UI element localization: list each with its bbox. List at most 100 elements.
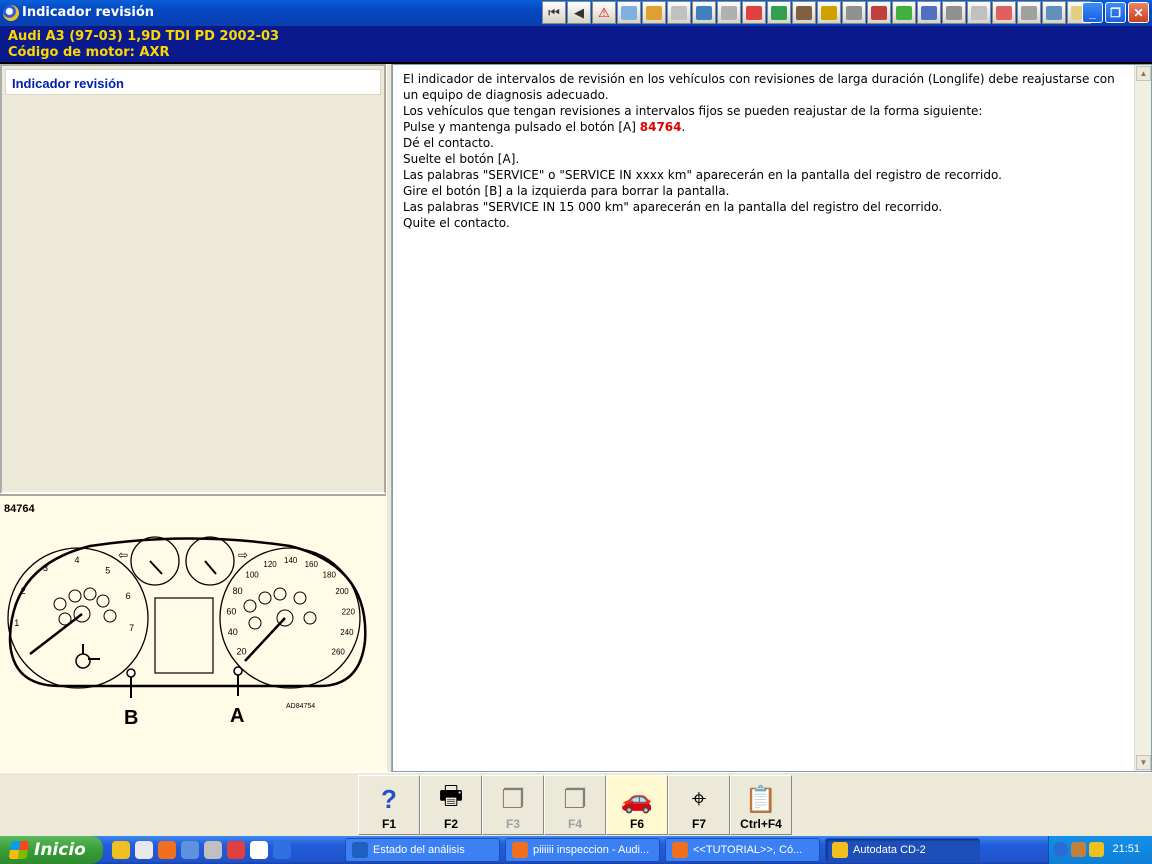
procedure-line: Gire el botón [B] a la izquierda para bo…: [403, 184, 730, 198]
scroll-down-arrow-icon[interactable]: ▼: [1136, 755, 1151, 770]
zoom-target-icon: ⌖: [691, 783, 707, 813]
quick-launch-icon[interactable]: [135, 841, 153, 859]
first-page-icon[interactable]: ⏮: [542, 1, 566, 24]
engine-icon[interactable]: [642, 1, 666, 24]
tray-search-icon[interactable]: [1089, 842, 1104, 857]
gauge-tick-label: 220: [342, 607, 356, 616]
warning-icon[interactable]: ⚠: [592, 1, 616, 24]
gauge-tick-label: 7: [129, 623, 134, 633]
tray-expand-icon[interactable]: [1053, 842, 1068, 857]
tray-network-icon[interactable]: [1071, 842, 1086, 857]
autodata-icon: [832, 842, 848, 858]
gauge-tick-label: 160: [305, 560, 319, 569]
quick-launch-icon[interactable]: [204, 841, 222, 859]
prev-page-icon[interactable]: ◀: [567, 1, 591, 24]
procedure-line: Quite el contacto.: [403, 216, 510, 230]
gauge-tick-label: 5: [105, 566, 110, 576]
fkey-f3-button[interactable]: ❐ F3: [482, 775, 544, 835]
autodata-app-icon[interactable]: [3, 5, 19, 21]
gauge-tick-label: 260: [332, 647, 346, 656]
fkey-f6-button[interactable]: 🚗 F6: [606, 775, 668, 835]
fkey-f7-button[interactable]: ⌖ F7: [668, 775, 730, 835]
oil-icon[interactable]: [817, 1, 841, 24]
tools-icon[interactable]: [717, 1, 741, 24]
start-button[interactable]: Inicio: [0, 836, 103, 864]
quick-launch-icon[interactable]: [112, 841, 130, 859]
lift-icon-glyph: [796, 5, 812, 20]
quick-launch-icon[interactable]: [227, 841, 245, 859]
first-page-icon-glyph: ⏮: [548, 4, 560, 20]
paste-pages-icon: ❐: [563, 783, 587, 814]
wrench-icon[interactable]: [967, 1, 991, 24]
quick-launch-icon[interactable]: [181, 841, 199, 859]
fkey-label: F4: [567, 817, 582, 831]
fkey-label: F3: [505, 817, 520, 831]
body-icon[interactable]: [892, 1, 916, 24]
procedure-line: Las palabras "SERVICE IN 15 000 km" apar…: [403, 200, 943, 214]
gauge-tick-label: 3: [43, 563, 48, 573]
maximize-button[interactable]: ❐: [1105, 2, 1126, 23]
gauge-tick-label: 200: [335, 587, 349, 596]
lift-icon[interactable]: [792, 1, 816, 24]
cable-icon[interactable]: [942, 1, 966, 24]
procedure-line: Suelte el botón [A].: [403, 152, 520, 166]
instrument-cluster-diagram: ⇦ ⇨ B A AD84754 1234567 20406080100120 1…: [7, 536, 367, 729]
topic-item-indicador-revision[interactable]: Indicador revisión: [5, 69, 381, 95]
quick-launch-icon[interactable]: [250, 841, 268, 859]
brake-icon-glyph: [871, 5, 887, 20]
engine-code: Código de motor: AXR: [8, 45, 170, 60]
quick-launch: [112, 841, 291, 859]
quick-launch-icon[interactable]: [158, 841, 176, 859]
title-bar[interactable]: Indicador revisión ⏮ ◀ ⚠ _ ❐ ✕: [0, 0, 1152, 26]
fkey-f1-button[interactable]: ? F1: [358, 775, 420, 835]
gauge-tick-label: 6: [126, 591, 131, 601]
figure-code: 84764: [4, 503, 35, 515]
minimize-button[interactable]: _: [1082, 2, 1103, 23]
gauge-tick-label: 240: [340, 628, 354, 637]
service-icon[interactable]: [667, 1, 691, 24]
fkey-ctrl-f4-button[interactable]: 📋 Ctrl+F4: [730, 775, 792, 835]
manual-icon[interactable]: [617, 1, 641, 24]
figure-reference-link[interactable]: 84764: [640, 120, 682, 134]
taskbar-button[interactable]: Estado del análisis: [345, 838, 500, 862]
callout-label-a: A: [230, 705, 244, 727]
svg-text:⇦: ⇦: [118, 548, 128, 562]
fkey-f4-button[interactable]: ❐ F4: [544, 775, 606, 835]
function-key-bar: ? F1 🖶 F2 ❐ F3 ❐ F4 🚗 F6 ⌖ F7 📋 Ctrl+F4: [0, 772, 1152, 836]
notes-icon: 📋: [744, 783, 778, 814]
taskbar-button[interactable]: piiiiii inspeccion - Audi...: [505, 838, 660, 862]
vertical-scrollbar[interactable]: ▲ ▼: [1134, 65, 1151, 771]
taskbar-button[interactable]: Autodata CD-2: [825, 838, 980, 862]
clock: 21:51: [1112, 843, 1140, 855]
content-pane: El indicador de intervalos de revisión e…: [392, 64, 1152, 772]
windows-flag-icon: [8, 841, 30, 859]
fkey-f2-button[interactable]: 🖶 F2: [420, 775, 482, 835]
transmission-icon[interactable]: [1042, 1, 1066, 24]
gauge-tick-label: 60: [226, 606, 236, 616]
taskbar: Inicio Estado del análisis piiiiii inspec…: [0, 836, 1152, 864]
service-icon-glyph: [671, 5, 687, 20]
battery-icon[interactable]: [767, 1, 791, 24]
brake-icon[interactable]: [867, 1, 891, 24]
gauge-tick-label: 1: [14, 618, 19, 628]
airbag-icon[interactable]: [992, 1, 1016, 24]
quick-launch-icon[interactable]: [273, 841, 291, 859]
procedure-line: Pulse y mantenga pulsado el botón [A] 84…: [403, 119, 1123, 135]
gauge-tick-label: 40: [228, 627, 238, 637]
procedure-line: El indicador de intervalos de revisión e…: [403, 72, 1115, 102]
close-button[interactable]: ✕: [1128, 2, 1149, 23]
electric-icon[interactable]: [742, 1, 766, 24]
taskbar-button[interactable]: <<TUTORIAL>>, Có...: [665, 838, 820, 862]
electric-icon-glyph: [746, 5, 762, 20]
gearbox-icon-glyph: [846, 5, 862, 20]
scroll-up-arrow-icon[interactable]: ▲: [1136, 66, 1151, 81]
speed-scale: 20 40 60 80100 120 140 160 180 200 220 240 260: [226, 556, 355, 656]
topic-list: Indicador revisión: [0, 64, 386, 494]
gauge-tick-label: 20: [237, 646, 247, 656]
parts-icon[interactable]: [917, 1, 941, 24]
settings-icon[interactable]: [1017, 1, 1041, 24]
engine-icon-glyph: [646, 5, 662, 20]
prev-page-icon-glyph: ◀: [574, 4, 584, 20]
gearbox-icon[interactable]: [842, 1, 866, 24]
tire-icon[interactable]: [692, 1, 716, 24]
